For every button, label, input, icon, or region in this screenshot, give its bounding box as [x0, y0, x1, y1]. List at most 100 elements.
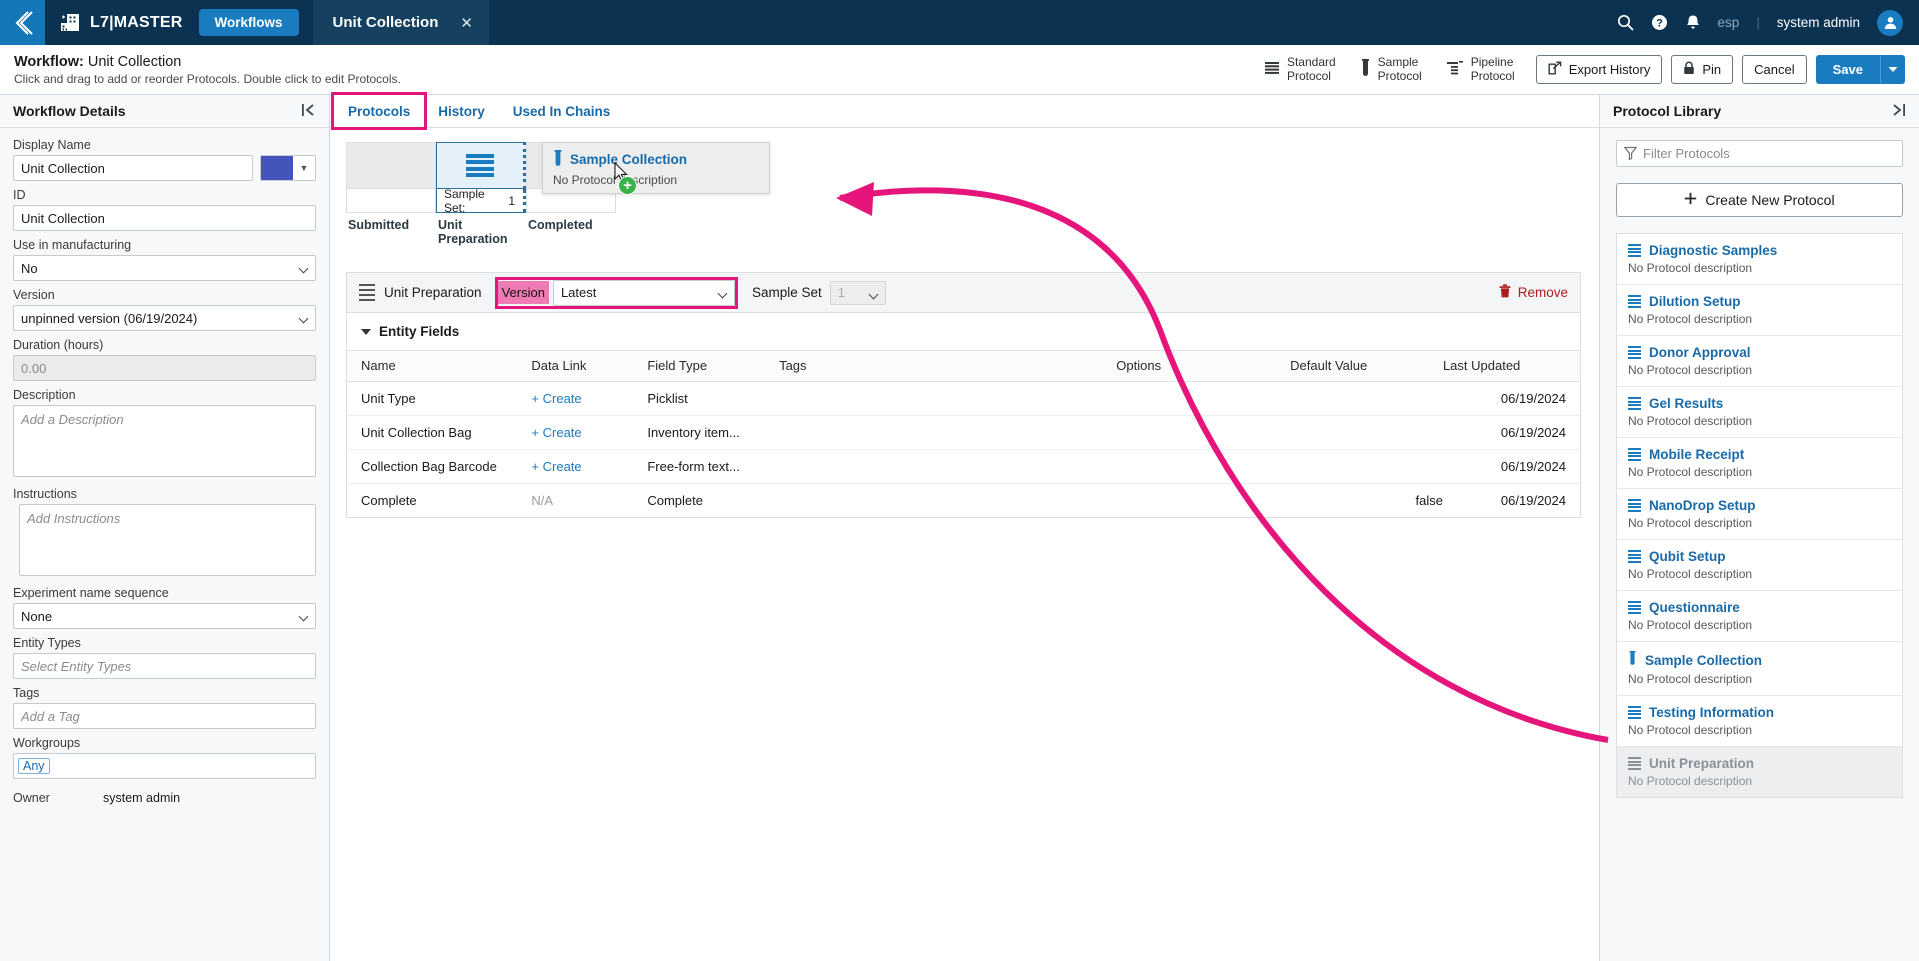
- chain-cell-submitted[interactable]: [346, 142, 436, 189]
- experiment-name-sequence-select[interactable]: None: [13, 603, 316, 629]
- list-item[interactable]: Diagnostic Samples No Protocol descripti…: [1617, 234, 1902, 285]
- standard-protocol-button[interactable]: Standard Protocol: [1252, 55, 1348, 84]
- entity-fields-section: Entity Fields Name Data Link Field Type …: [346, 313, 1581, 518]
- collapse-left-icon[interactable]: [301, 103, 316, 120]
- list-item[interactable]: Questionnaire No Protocol description: [1617, 591, 1902, 642]
- cancel-button[interactable]: Cancel: [1742, 55, 1807, 84]
- language-selector[interactable]: esp: [1718, 15, 1740, 30]
- remove-protocol-button[interactable]: Remove: [1499, 284, 1568, 301]
- save-button[interactable]: Save: [1815, 55, 1880, 84]
- pin-label: Pin: [1702, 62, 1722, 77]
- nav-tab-label: Workflows: [214, 15, 283, 30]
- cell-last-updated: 06/19/2024: [1442, 381, 1580, 416]
- tab-protocols[interactable]: Protocols: [330, 92, 428, 130]
- list-item[interactable]: Testing Information No Protocol descript…: [1617, 696, 1902, 747]
- version-select[interactable]: Latest: [552, 279, 735, 306]
- list-item[interactable]: Donor Approval No Protocol description: [1617, 336, 1902, 387]
- user-name-label[interactable]: system admin: [1777, 15, 1860, 30]
- vial-icon: [1360, 59, 1371, 80]
- column-header-last-updated: Last Updated: [1442, 350, 1580, 382]
- tab-history[interactable]: History: [424, 95, 499, 127]
- table-row[interactable]: Unit Collection Bag + Create Inventory i…: [347, 415, 1580, 450]
- notification-icon[interactable]: [1685, 14, 1701, 31]
- display-name-input[interactable]: [13, 155, 253, 181]
- chain-stage-unit-preparation[interactable]: Sample Set: 1 Unit Preparation: [436, 142, 526, 246]
- workgroup-chip-any[interactable]: Any: [18, 758, 50, 774]
- top-navigation-bar: L7|MASTER Workflows Unit Collection ✕ ? …: [0, 0, 1919, 45]
- color-picker[interactable]: ▼: [260, 155, 316, 181]
- description-textarea[interactable]: [13, 405, 316, 477]
- version-select[interactable]: unpinned version (06/19/2024): [13, 305, 316, 331]
- id-input[interactable]: [13, 205, 316, 231]
- stack-icon: [466, 153, 494, 178]
- create-data-link-button[interactable]: + Create: [531, 425, 581, 440]
- export-history-button[interactable]: Export History: [1535, 55, 1663, 84]
- cell-tags: [779, 415, 1117, 450]
- instructions-textarea[interactable]: [19, 504, 316, 576]
- list-item[interactable]: Mobile Receipt No Protocol description: [1617, 438, 1902, 489]
- cell-name: Unit Collection Bag: [347, 415, 532, 450]
- chain-sub-submitted: [346, 189, 436, 213]
- data-link-na-label: N/A: [531, 493, 554, 508]
- create-data-link-button[interactable]: + Create: [531, 459, 581, 474]
- user-avatar-icon[interactable]: [1877, 9, 1903, 36]
- table-row[interactable]: Collection Bag Barcode + Create Free-for…: [347, 449, 1580, 484]
- drag-ghost-sample-collection[interactable]: Sample Collection No Protocol descriptio…: [542, 142, 770, 194]
- protocol-name: Questionnaire: [1649, 600, 1740, 615]
- collapse-right-icon[interactable]: [1891, 103, 1906, 120]
- document-tab-unit-collection[interactable]: Unit Collection ✕: [312, 0, 489, 45]
- pipeline-protocol-label: Pipeline Protocol: [1471, 55, 1515, 84]
- chain-stage-submitted[interactable]: Submitted: [346, 142, 436, 232]
- cell-data-link[interactable]: + Create: [531, 381, 648, 416]
- workgroups-chip-box[interactable]: Any: [13, 753, 316, 779]
- nav-tab-workflows[interactable]: Workflows: [198, 9, 299, 36]
- back-button[interactable]: [0, 0, 45, 45]
- instructions-field: Instructions: [13, 487, 316, 579]
- entity-types-input[interactable]: [13, 653, 316, 679]
- use-in-manufacturing-select[interactable]: No: [13, 255, 316, 281]
- search-icon[interactable]: [1617, 14, 1634, 31]
- column-header-default-value: Default Value: [1290, 350, 1443, 382]
- tags-input[interactable]: [13, 703, 316, 729]
- use-in-manufacturing-field: Use in manufacturing No: [13, 238, 316, 281]
- tab-used-in-chains[interactable]: Used In Chains: [499, 95, 625, 127]
- stack-icon: [1264, 60, 1280, 79]
- save-dropdown-button[interactable]: [1880, 55, 1905, 84]
- protocol-name: Mobile Receipt: [1649, 447, 1745, 462]
- pin-button[interactable]: Pin: [1671, 55, 1734, 84]
- brand[interactable]: L7|MASTER: [59, 12, 183, 34]
- table-row[interactable]: Unit Type + Create Picklist 06/19/2024: [347, 381, 1580, 416]
- help-icon[interactable]: ?: [1651, 14, 1668, 31]
- cell-data-link[interactable]: + Create: [531, 415, 648, 450]
- export-history-label: Export History: [1568, 62, 1651, 77]
- tags-field: Tags: [13, 686, 316, 729]
- list-item[interactable]: Gel Results No Protocol description: [1617, 387, 1902, 438]
- close-icon[interactable]: ✕: [460, 14, 473, 32]
- protocol-name: Gel Results: [1649, 396, 1724, 411]
- cell-data-link[interactable]: + Create: [531, 449, 648, 484]
- chain-cell-unit-preparation[interactable]: [436, 142, 526, 189]
- entity-fields-header[interactable]: Entity Fields: [347, 313, 1580, 350]
- list-item[interactable]: Dilution Setup No Protocol description: [1617, 285, 1902, 336]
- cell-field-type: Inventory item...: [647, 415, 780, 450]
- sample-protocol-button[interactable]: Sample Protocol: [1348, 55, 1434, 84]
- selected-protocol-bar: Unit Preparation Version Latest Sample S…: [346, 272, 1581, 313]
- cell-default-value: [1290, 415, 1443, 450]
- workgroups-field: Workgroups Any: [13, 736, 316, 779]
- experiment-name-sequence-field: Experiment name sequence None: [13, 586, 316, 629]
- create-new-protocol-button[interactable]: Create New Protocol: [1616, 183, 1903, 217]
- create-data-link-button[interactable]: + Create: [531, 391, 581, 406]
- table-row[interactable]: Complete N/A Complete false 06/19/2024: [347, 484, 1580, 518]
- pipeline-protocol-button[interactable]: Pipeline Protocol: [1434, 55, 1527, 84]
- workflow-chain-diagram: Submitted Sample Set: 1 Unit Preparation: [346, 142, 1581, 246]
- filter-protocols-input[interactable]: [1616, 140, 1903, 167]
- protocol-name: Qubit Setup: [1649, 549, 1726, 564]
- document-tab-label: Unit Collection: [332, 14, 439, 31]
- duration-field: Duration (hours): [13, 338, 316, 381]
- column-header-field-type: Field Type: [647, 350, 780, 382]
- description-label: Description: [13, 388, 76, 402]
- list-item[interactable]: NanoDrop Setup No Protocol description: [1617, 489, 1902, 540]
- list-item-sample-collection[interactable]: Sample Collection No Protocol descriptio…: [1617, 642, 1902, 696]
- list-item[interactable]: Qubit Setup No Protocol description: [1617, 540, 1902, 591]
- protocol-title-row: Gel Results: [1628, 396, 1891, 411]
